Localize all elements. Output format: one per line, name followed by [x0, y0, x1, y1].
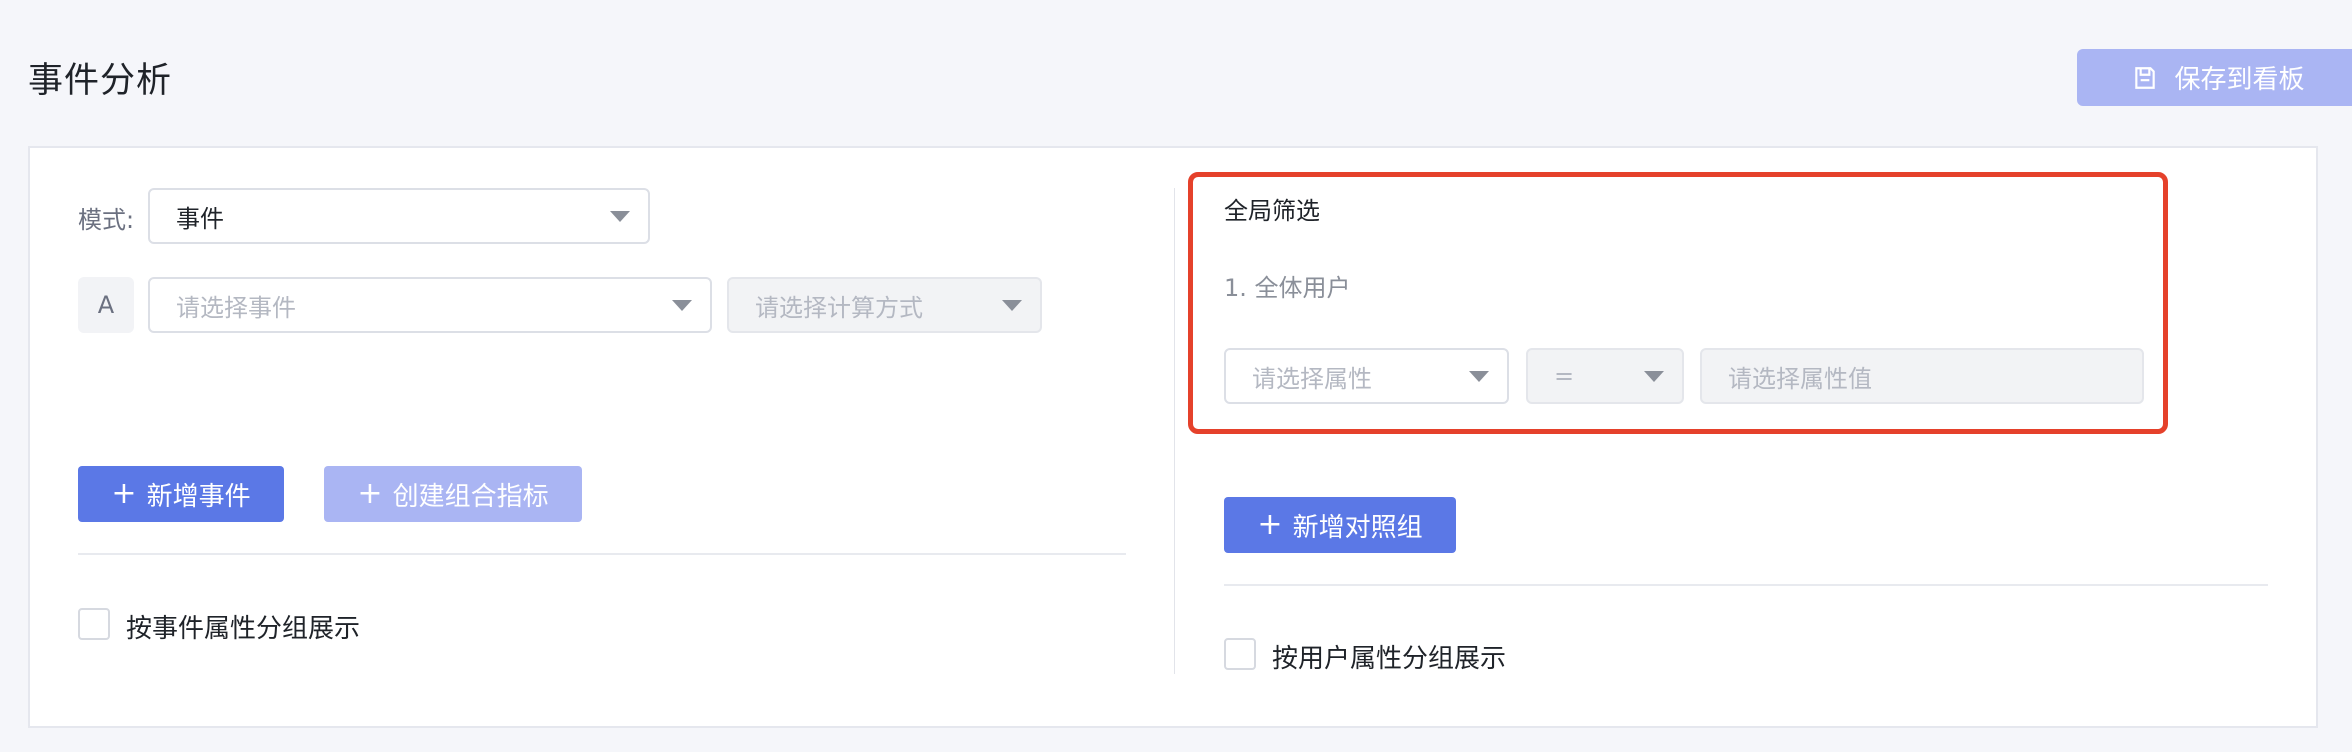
property-value-input[interactable]: 请选择属性值 [1700, 348, 2144, 404]
chevron-down-icon [1644, 371, 1664, 382]
mode-select[interactable]: 事件 [148, 188, 650, 244]
add-compare-group-label: 新增对照组 [1292, 512, 1423, 543]
chevron-down-icon [610, 211, 630, 222]
property-select[interactable]: 请选择属性 [1224, 348, 1509, 404]
mode-label: 模式: [78, 206, 135, 234]
group-by-event-label: 按事件属性分组展示 [126, 614, 361, 644]
column-divider [1174, 188, 1175, 674]
calc-method-select[interactable]: 请选择计算方式 [727, 277, 1042, 333]
calc-method-placeholder: 请选择计算方式 [755, 293, 923, 322]
plus-icon: + [111, 476, 137, 511]
add-event-button[interactable]: + 新增事件 [78, 466, 284, 522]
group-by-event-checkbox[interactable] [78, 608, 110, 640]
right-divider [1224, 584, 2268, 586]
operator-select[interactable]: = [1526, 348, 1684, 404]
event-select[interactable]: 请选择事件 [148, 277, 712, 333]
user-group-item: 1. 全体用户 [1224, 274, 1351, 302]
save-icon [2135, 66, 2156, 89]
chevron-down-icon [672, 300, 692, 311]
event-select-placeholder: 请选择事件 [176, 293, 296, 322]
mode-select-value: 事件 [176, 204, 224, 233]
property-select-placeholder: 请选择属性 [1252, 364, 1372, 393]
chevron-down-icon [1002, 300, 1022, 311]
add-event-label: 新增事件 [146, 481, 251, 512]
global-filter-title: 全局筛选 [1224, 197, 1320, 225]
page-title: 事件分析 [28, 61, 173, 101]
save-to-dashboard-button[interactable]: 保存到看板 [2077, 49, 2352, 106]
plus-icon: + [1257, 507, 1283, 542]
save-button-label: 保存到看板 [2174, 65, 2305, 95]
group-by-user-label: 按用户属性分组展示 [1272, 644, 1507, 674]
event-row-badge: A [78, 277, 134, 333]
plus-icon: + [357, 476, 383, 511]
create-metric-button[interactable]: + 创建组合指标 [324, 466, 582, 522]
property-value-placeholder: 请选择属性值 [1728, 364, 1872, 393]
group-by-user-checkbox[interactable] [1224, 638, 1256, 670]
operator-select-value: = [1554, 362, 1575, 390]
chevron-down-icon [1469, 371, 1489, 382]
left-divider [78, 553, 1126, 555]
create-metric-label: 创建组合指标 [392, 481, 549, 512]
add-compare-group-button[interactable]: + 新增对照组 [1224, 497, 1456, 553]
